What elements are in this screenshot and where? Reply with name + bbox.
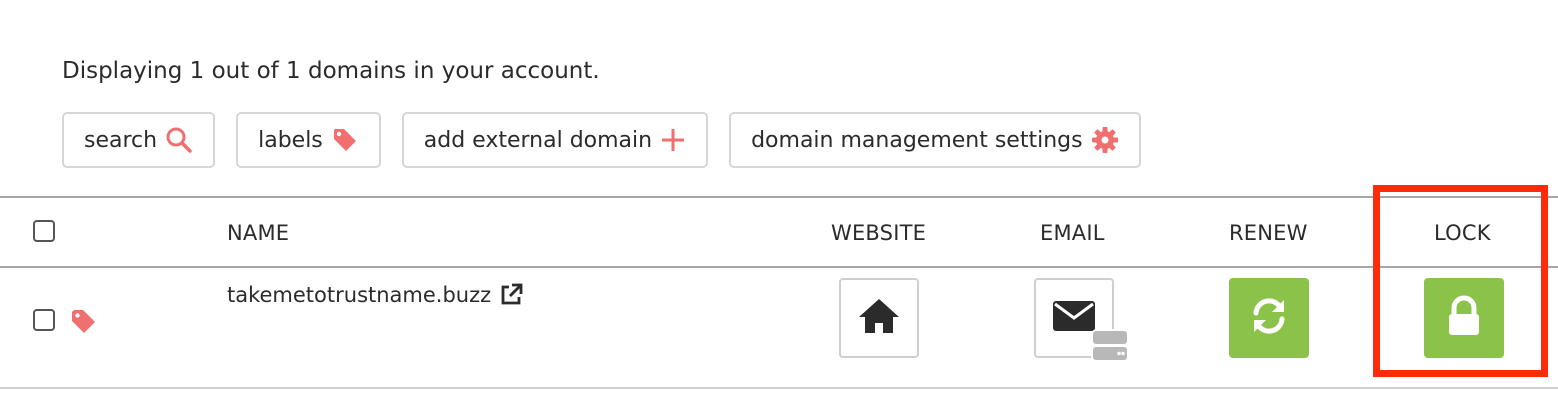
server-icon <box>1090 328 1130 368</box>
column-header-renew: RENEW <box>1229 221 1308 245</box>
search-button[interactable]: search <box>62 112 216 168</box>
column-header-email: EMAIL <box>1040 221 1105 245</box>
row-select-checkbox[interactable] <box>33 309 55 331</box>
website-button[interactable] <box>839 278 919 358</box>
domain-management-settings-label: domain management settings <box>751 127 1083 153</box>
home-icon <box>856 296 902 340</box>
tag-icon[interactable] <box>70 308 98 340</box>
add-external-domain-button[interactable]: add external domain <box>401 112 709 168</box>
external-link-icon[interactable] <box>499 283 523 307</box>
domain-management-settings-button[interactable]: domain management settings <box>729 112 1141 168</box>
plus-icon <box>660 127 686 153</box>
table-bottom-divider <box>0 387 1558 389</box>
table-top-divider <box>0 196 1558 198</box>
search-button-label: search <box>84 127 158 153</box>
column-header-website: WEBSITE <box>831 221 927 245</box>
add-external-domain-label: add external domain <box>423 127 653 153</box>
toolbar: search labels add external domain domain… <box>62 112 1162 168</box>
lock-icon <box>1446 295 1482 341</box>
domain-name: takemetotrustname.buzz <box>227 283 492 307</box>
tag-icon <box>331 126 359 154</box>
domain-name-link[interactable]: takemetotrustname.buzz <box>227 283 523 307</box>
renew-button[interactable] <box>1229 278 1309 358</box>
table-header-divider <box>0 266 1558 268</box>
refresh-icon <box>1248 295 1290 341</box>
labels-button-label: labels <box>258 127 323 153</box>
domain-count-summary: Displaying 1 out of 1 domains in your ac… <box>62 58 600 84</box>
email-button[interactable] <box>1034 278 1129 363</box>
search-icon <box>165 126 193 154</box>
gear-icon <box>1091 126 1119 154</box>
column-header-name[interactable]: NAME <box>227 221 289 245</box>
lock-button[interactable] <box>1424 278 1504 358</box>
select-all-checkbox[interactable] <box>33 220 55 242</box>
column-header-lock: LOCK <box>1434 221 1491 245</box>
labels-button[interactable]: labels <box>236 112 381 168</box>
